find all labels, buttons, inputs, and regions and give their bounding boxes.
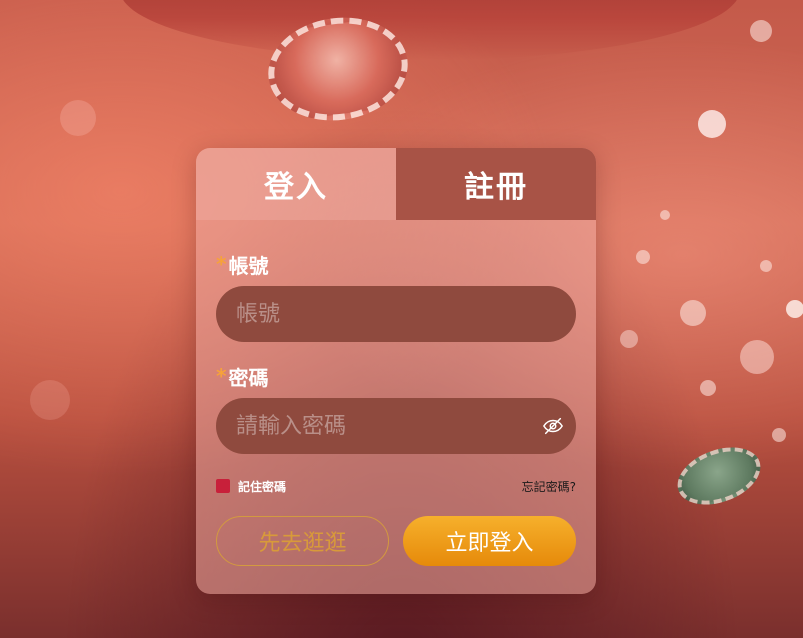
account-field-wrapper [216, 286, 576, 342]
required-mark: * [216, 252, 227, 276]
bokeh-light [660, 210, 670, 220]
bokeh-light [698, 110, 726, 138]
bokeh-light [786, 300, 803, 318]
bokeh-light [760, 260, 772, 272]
eye-slash-icon[interactable] [542, 415, 564, 437]
account-label-text: 帳號 [228, 253, 269, 278]
login-options: 記住密碼 忘記密碼? [216, 474, 576, 498]
account-input[interactable] [216, 286, 576, 342]
tab-register[interactable]: 註冊 [396, 148, 596, 220]
bokeh-light [60, 100, 96, 136]
forgot-password-link[interactable]: 忘記密碼? [522, 478, 576, 495]
bokeh-light [636, 250, 650, 264]
password-field-wrapper [216, 398, 576, 454]
account-label: * 帳號 [216, 250, 576, 278]
tab-login[interactable]: 登入 [196, 148, 396, 220]
password-label-text: 密碼 [228, 365, 269, 390]
bokeh-light [700, 380, 716, 396]
required-mark: * [216, 364, 227, 388]
login-now-button[interactable]: 立即登入 [403, 516, 576, 566]
remember-checkbox[interactable] [216, 479, 230, 493]
bokeh-light [772, 428, 786, 442]
bokeh-light [30, 380, 70, 420]
auth-tabs: 登入 註冊 [196, 148, 596, 220]
bokeh-light [750, 20, 772, 42]
form-actions: 先去逛逛 立即登入 [216, 516, 576, 566]
login-card: 登入 註冊 * 帳號 * 密碼 記住密碼 忘記密碼? [196, 148, 596, 594]
background-canopy [120, 0, 740, 60]
poker-chip-right-image [669, 436, 769, 516]
remember-password-label: 記住密碼 [238, 479, 287, 494]
remember-password-toggle[interactable]: 記住密碼 [216, 478, 286, 495]
browse-first-button[interactable]: 先去逛逛 [216, 516, 389, 566]
bokeh-light [740, 340, 774, 374]
bokeh-light [680, 300, 706, 326]
password-input[interactable] [216, 398, 576, 454]
password-label: * 密碼 [216, 362, 576, 390]
poker-chip-top-image [261, 8, 415, 130]
bokeh-light [620, 330, 638, 348]
login-form: * 帳號 * 密碼 記住密碼 忘記密碼? 先去逛逛 [196, 220, 596, 566]
